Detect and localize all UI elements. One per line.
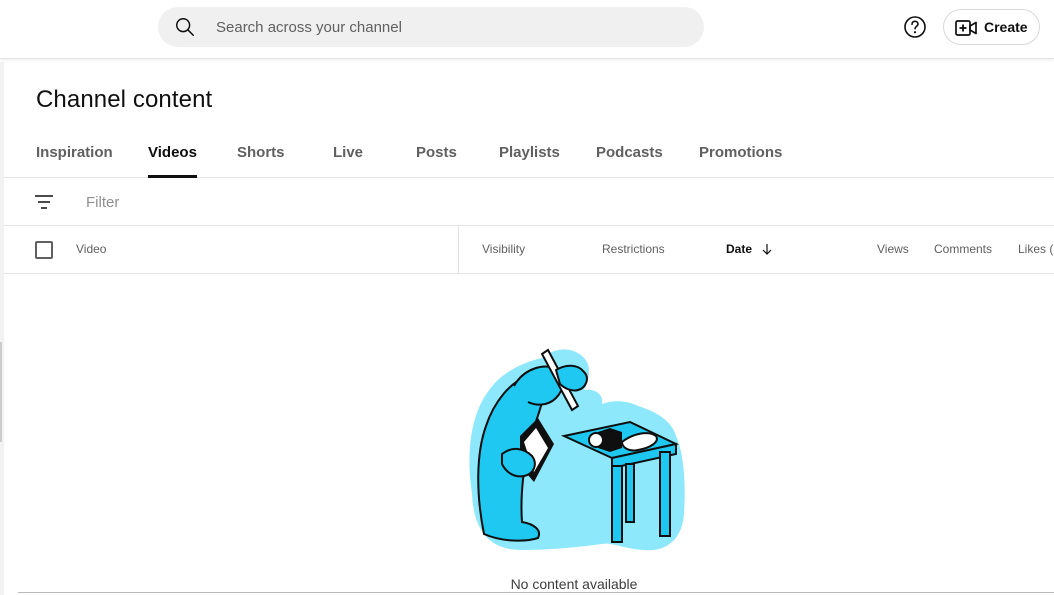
table-header: Video Visibility Restrictions Date Views…: [4, 226, 1054, 274]
column-likes: Likes (: [1018, 242, 1054, 256]
tab-playlists[interactable]: Playlists: [499, 130, 560, 178]
help-circle-icon[interactable]: [902, 14, 928, 40]
top-bar: Create: [0, 0, 1054, 59]
column-date[interactable]: Date: [726, 226, 773, 274]
create-button-label: Create: [984, 19, 1028, 35]
tab-podcasts[interactable]: Podcasts: [596, 130, 663, 178]
video-add-icon: [955, 20, 977, 36]
empty-state: No content available: [4, 274, 1054, 595]
tab-live[interactable]: Live: [333, 130, 363, 178]
filter-lines-icon[interactable]: [34, 193, 54, 211]
search-icon: [176, 18, 194, 36]
select-all-checkbox[interactable]: [35, 241, 53, 259]
column-date-label: Date: [726, 242, 753, 256]
column-divider[interactable]: [458, 226, 459, 273]
tab-promotions[interactable]: Promotions: [699, 130, 782, 178]
arrow-down-icon: [762, 243, 772, 255]
inspector-with-magnifier-illustration: [469, 348, 685, 551]
column-visibility: Visibility: [482, 242, 526, 256]
content-tabs: Inspiration Videos Shorts Live Posts Pla…: [4, 130, 1054, 178]
column-comments: Comments: [934, 242, 993, 256]
tab-inspiration[interactable]: Inspiration: [36, 130, 113, 178]
column-views: Views: [877, 242, 909, 256]
tab-shorts[interactable]: Shorts: [237, 130, 285, 178]
create-button[interactable]: Create: [943, 9, 1040, 45]
column-video: Video: [76, 242, 107, 256]
tab-videos[interactable]: Videos: [148, 130, 197, 178]
bottom-divider: [18, 592, 1054, 593]
search-input[interactable]: [214, 7, 684, 47]
filter-input[interactable]: [84, 186, 784, 218]
left-rail-scroll-indicator: [0, 342, 2, 442]
search-bar[interactable]: [158, 7, 704, 47]
filter-bar: [4, 178, 1054, 226]
empty-state-message: No content available: [510, 576, 638, 592]
tab-posts[interactable]: Posts: [416, 130, 457, 178]
page-title: Channel content: [36, 86, 213, 113]
column-restrictions: Restrictions: [602, 242, 665, 256]
